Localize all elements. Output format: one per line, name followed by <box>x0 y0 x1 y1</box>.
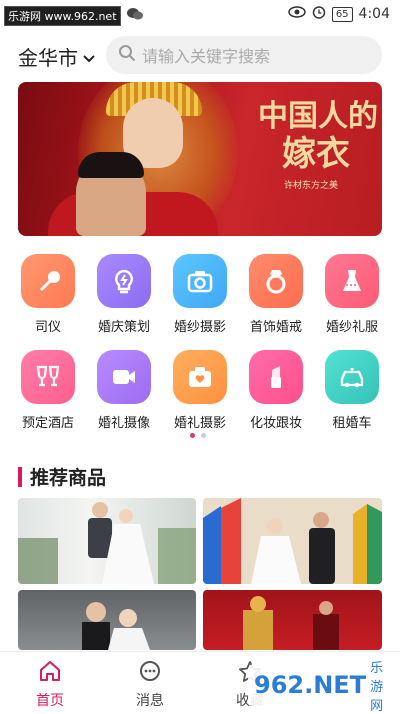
category-row: 预定酒店 婚礼摄像 婚礼摄影 化妆跟妆 租婚车 <box>10 350 390 446</box>
category-dot[interactable] <box>190 433 195 438</box>
category-item[interactable]: 司仪 <box>10 254 86 350</box>
video-camera-icon <box>97 350 151 404</box>
category-item[interactable]: 婚纱礼服 <box>314 254 390 350</box>
product-card[interactable] <box>18 498 196 584</box>
product-card[interactable] <box>203 590 382 650</box>
dress-icon <box>325 254 379 308</box>
city-selector[interactable]: 金华市 <box>18 42 96 71</box>
category-label: 化妆跟妆 <box>249 416 302 431</box>
product-image <box>18 502 196 584</box>
header: 金华市 请输入关键字搜索 <box>0 36 400 76</box>
heart-camera-icon <box>173 350 227 404</box>
category-label: 婚礼摄影 <box>173 416 226 431</box>
category-label: 租婚车 <box>332 416 372 431</box>
category-dot[interactable] <box>201 433 206 438</box>
tab-home[interactable]: 首页 <box>0 652 100 711</box>
car-icon <box>325 350 379 404</box>
category-label: 首饰婚戒 <box>249 320 302 335</box>
tab-messages-label: 消息 <box>136 693 164 709</box>
banner-title: 中国人的 嫁衣 许材东方之美 <box>258 99 378 192</box>
section-title: 推荐商品 <box>30 467 107 489</box>
category-item[interactable]: 预定酒店 <box>10 350 86 446</box>
home-icon <box>38 660 62 686</box>
battery-indicator: 65 <box>331 6 353 22</box>
category-pager <box>190 433 206 438</box>
camera-icon <box>173 254 227 308</box>
clock-time: 4:04 <box>358 6 390 22</box>
section-header: 推荐商品 <box>18 463 106 490</box>
alarm-icon <box>312 5 326 23</box>
tab-home-label: 首页 <box>36 693 64 709</box>
watermark-text: 乐游网 <box>370 660 384 714</box>
site-watermark: 962.NET 乐游网 <box>248 661 394 714</box>
category-label: 预定酒店 <box>21 416 74 431</box>
category-item[interactable]: 婚礼摄像 <box>86 350 162 446</box>
lipstick-icon <box>249 350 303 404</box>
wechat-icon <box>126 7 143 25</box>
category-item[interactable]: 婚纱摄影 <box>162 254 238 350</box>
lightbulb-icon <box>97 254 151 308</box>
product-image <box>203 498 382 584</box>
product-image <box>243 596 339 650</box>
category-item[interactable]: 首饰婚戒 <box>238 254 314 350</box>
category-row: 司仪 婚庆策划 婚纱摄影 首饰婚戒 婚纱礼服 <box>10 254 390 350</box>
search-input[interactable]: 请输入关键字搜索 <box>106 36 382 74</box>
category-label: 婚纱礼服 <box>325 320 378 335</box>
banner-title-line2: 嫁衣 <box>282 134 350 174</box>
microphone-icon <box>21 254 75 308</box>
wine-glasses-icon <box>21 350 75 404</box>
category-grid: 司仪 婚庆策划 婚纱摄影 首饰婚戒 婚纱礼服预定酒店 婚礼摄像 婚礼摄影 化妆跟妆 租婚车 <box>10 254 390 446</box>
promo-banner[interactable]: 中国人的 嫁衣 许材东方之美 <box>18 82 382 236</box>
watermark-number: 962.NET <box>254 671 367 699</box>
section-marker <box>18 466 22 487</box>
eye-icon <box>288 6 306 22</box>
watermark-label: 乐游网 www.962.net <box>4 6 121 26</box>
product-card[interactable] <box>18 590 196 650</box>
category-label: 司仪 <box>34 320 61 335</box>
status-bar: 乐游网 www.962.net 65 4:04 <box>0 0 400 28</box>
city-label: 金华市 <box>18 46 78 70</box>
product-image <box>82 602 150 650</box>
ring-icon <box>249 254 303 308</box>
tab-messages[interactable]: 消息 <box>100 652 200 711</box>
search-placeholder: 请输入关键字搜索 <box>142 47 271 66</box>
product-card[interactable] <box>203 498 382 584</box>
category-label: 婚礼摄像 <box>97 416 150 431</box>
banner-title-line1: 中国人的 <box>258 99 378 134</box>
category-label: 婚纱摄影 <box>173 320 226 335</box>
banner-groom-hair <box>78 152 144 178</box>
banner-subtitle: 许材东方之美 <box>284 181 339 191</box>
category-item[interactable]: 化妆跟妆 <box>238 350 314 446</box>
category-item[interactable]: 婚礼摄影 <box>162 350 238 446</box>
category-item[interactable]: 租婚车 <box>314 350 390 446</box>
category-label: 婚庆策划 <box>97 320 150 335</box>
chevron-down-icon <box>82 45 96 69</box>
search-icon <box>118 44 142 66</box>
chat-icon <box>138 660 162 686</box>
category-item[interactable]: 婚庆策划 <box>86 254 162 350</box>
